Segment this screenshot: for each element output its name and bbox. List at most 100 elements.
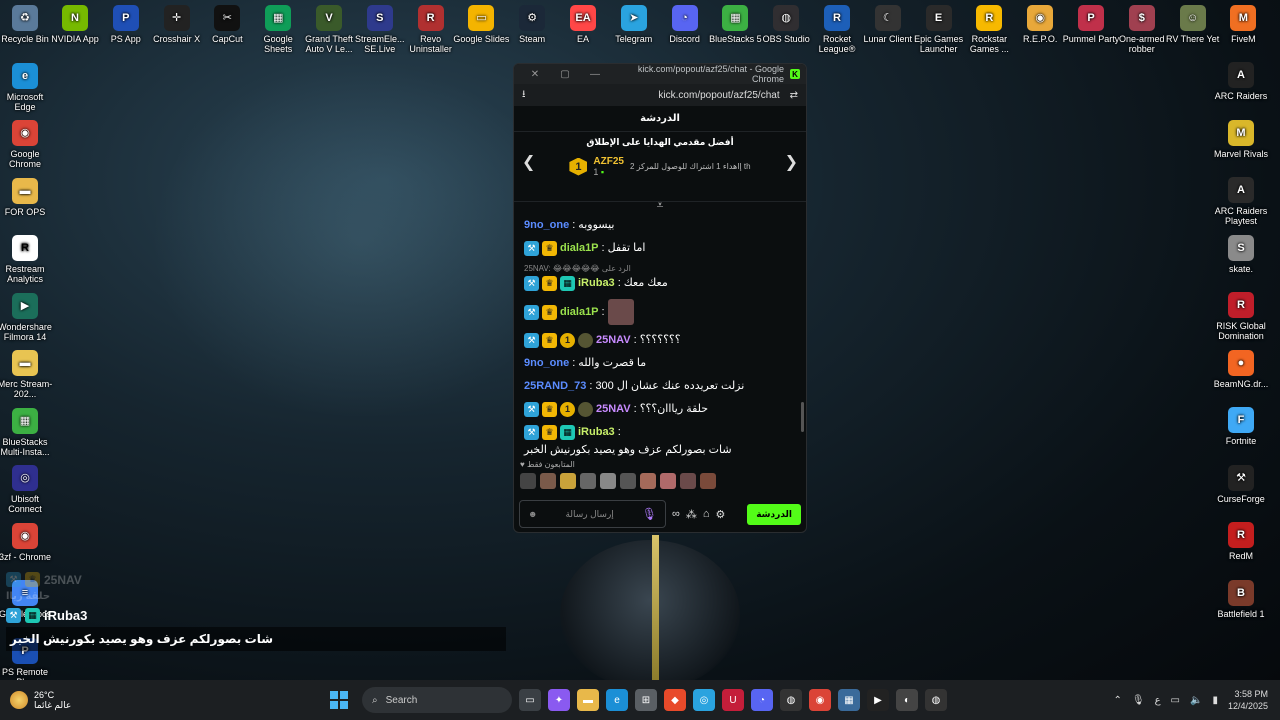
- close-icon[interactable]: ✕: [520, 69, 550, 80]
- chat-message[interactable]: 25RAND_73: نزلت تعريدده عنك عشان ال 300: [524, 379, 796, 394]
- chat-username[interactable]: diala1P: [560, 305, 599, 320]
- app-icon[interactable]: U: [722, 689, 744, 711]
- avatar[interactable]: [578, 333, 593, 348]
- follower-avatar[interactable]: [560, 473, 576, 489]
- desktop-shortcut[interactable]: ▶ Wondershare Filmora 14: [0, 292, 54, 342]
- vip-badge-icon[interactable]: ♛: [542, 241, 557, 256]
- store-icon[interactable]: ⊞: [635, 689, 657, 711]
- mic-icon[interactable]: 🎙: [642, 507, 657, 521]
- task-view-icon[interactable]: ▭: [519, 689, 541, 711]
- desktop-shortcut[interactable]: ☺ RV There Yet: [1164, 5, 1222, 44]
- minimize-icon[interactable]: —: [580, 69, 610, 80]
- chat-username[interactable]: 25RAND_73: [524, 379, 586, 394]
- mic-icon[interactable]: 🎙: [1132, 695, 1145, 706]
- desktop-shortcut[interactable]: B Battlefield 1: [1212, 579, 1270, 619]
- app-icon[interactable]: ◆: [664, 689, 686, 711]
- mod-badge-icon[interactable]: ⚒: [524, 402, 539, 417]
- follower-avatar[interactable]: [660, 473, 676, 489]
- obs-icon[interactable]: ◍: [780, 689, 802, 711]
- chat-message[interactable]: ⚒ ♛ ▦ iRuba3: معك معك: [524, 276, 796, 291]
- desktop-shortcut[interactable]: S StreamEle... SE.Live: [351, 5, 409, 54]
- reply-context[interactable]: 25NAV: 😂😂😂😂😂 الرد على: [524, 264, 796, 273]
- follower-avatar[interactable]: [680, 473, 696, 489]
- scrollbar[interactable]: [801, 402, 804, 432]
- desktop-shortcut[interactable]: ▦ Google Sheets: [249, 5, 307, 54]
- desktop-shortcut[interactable]: R RISK Global Domination: [1212, 292, 1270, 341]
- desktop-shortcut[interactable]: ◉ R.E.P.O.: [1011, 5, 1069, 44]
- infinity-icon[interactable]: ∞: [672, 508, 680, 520]
- file-explorer-icon[interactable]: ▬: [577, 689, 599, 711]
- desktop-shortcut[interactable]: $ One-armed robber: [1113, 5, 1171, 54]
- desktop-shortcut[interactable]: ▭ Google Slides: [452, 5, 510, 44]
- vip-badge-icon[interactable]: ♛: [542, 333, 557, 348]
- message-input[interactable]: ☻ إرسال رسالة 🎙: [519, 500, 666, 528]
- network-icon[interactable]: ▭: [1171, 695, 1180, 706]
- chat-username[interactable]: iRuba3: [578, 425, 615, 440]
- desktop-shortcut[interactable]: R Restream Analytics: [0, 235, 54, 284]
- chat-message[interactable]: 9no_one: ما قصرت والله: [524, 356, 796, 371]
- follower-avatar[interactable]: [540, 473, 556, 489]
- terminal-icon[interactable]: ▶: [867, 689, 889, 711]
- desktop-shortcut[interactable]: E Epic Games Launcher: [910, 5, 968, 54]
- emote-image[interactable]: [607, 299, 634, 325]
- desktop-shortcut[interactable]: M FiveM: [1214, 5, 1272, 44]
- desktop-shortcut[interactable]: ▬ Merc Stream-202...: [0, 350, 54, 399]
- desktop-shortcut[interactable]: e Microsoft Edge: [0, 62, 54, 112]
- edge-icon[interactable]: e: [606, 689, 628, 711]
- desktop-shortcut[interactable]: A ARC Raiders: [1212, 62, 1270, 101]
- desktop-shortcut[interactable]: R Rockstar Games ...: [960, 5, 1018, 54]
- desktop-shortcut[interactable]: ▦ BlueStacks Multi-Insta...: [0, 407, 54, 457]
- desktop-shortcut[interactable]: ◎ Ubisoft Connect: [0, 465, 54, 514]
- chat-message[interactable]: ⚒ ♛ diala1P:: [524, 299, 796, 325]
- desktop-shortcut[interactable]: ⚒ CurseForge: [1212, 464, 1270, 504]
- site-settings-icon[interactable]: ⇄: [790, 90, 798, 101]
- follower-avatar[interactable]: [520, 473, 536, 489]
- chat-message[interactable]: ⚒ ♛ 1 25NAV: حلقة ريااان؟؟؟: [524, 402, 796, 417]
- desktop-shortcut[interactable]: EA EA: [554, 5, 612, 44]
- vip-badge-icon[interactable]: ♛: [542, 276, 557, 291]
- chat-username[interactable]: 25NAV: [596, 333, 631, 348]
- mod-badge-icon[interactable]: ⚒: [524, 333, 539, 348]
- app-icon[interactable]: ◐: [896, 689, 918, 711]
- filter-icon[interactable]: ⩡: [524, 202, 796, 213]
- vip-badge-icon[interactable]: ♛: [542, 425, 557, 440]
- emoji-icon[interactable]: ☻: [528, 509, 537, 519]
- chat-username[interactable]: 9no_one: [524, 218, 569, 233]
- sub-badge-icon[interactable]: ▦: [560, 276, 575, 291]
- app-icon[interactable]: ▦: [838, 689, 860, 711]
- gifter-badge-icon[interactable]: 1: [560, 402, 575, 417]
- follower-avatar[interactable]: [600, 473, 616, 489]
- desktop-shortcut[interactable]: ▬ FOR OPS: [0, 177, 54, 217]
- desktop-shortcut[interactable]: P Pummel Party: [1062, 5, 1120, 44]
- desktop-shortcut[interactable]: A ARC Raiders Playtest: [1212, 177, 1270, 226]
- obs-icon[interactable]: ◍: [925, 689, 947, 711]
- url-text[interactable]: kick.com/popout/azf25/chat: [526, 90, 790, 101]
- desktop-shortcut[interactable]: ✛ Crosshair X: [148, 5, 206, 44]
- users-icon[interactable]: ⁂: [686, 508, 697, 521]
- top-gifter-name[interactable]: AZF25: [593, 156, 624, 167]
- desktop-shortcut[interactable]: R Rocket League®: [808, 5, 866, 54]
- battery-icon[interactable]: ▮: [1212, 695, 1218, 706]
- start-icon[interactable]: [330, 691, 348, 709]
- mod-badge-icon[interactable]: ⚒: [524, 241, 539, 256]
- mod-badge-icon[interactable]: ⚒: [524, 276, 539, 291]
- discord-icon[interactable]: ◔: [751, 689, 773, 711]
- maximize-icon[interactable]: ▢: [550, 69, 580, 80]
- mod-badge-icon[interactable]: ⚒: [524, 304, 539, 320]
- desktop-shortcut[interactable]: ☾ Lunar Client: [859, 5, 917, 44]
- desktop-shortcut[interactable]: V Grand Theft Auto V Le...: [300, 5, 358, 54]
- app-icon[interactable]: ◎: [693, 689, 715, 711]
- store-icon[interactable]: ⌂: [703, 508, 710, 520]
- desktop-shortcut[interactable]: ◔ Discord: [656, 5, 714, 44]
- desktop-shortcut[interactable]: Sskate.: [1212, 234, 1270, 274]
- desktop-shortcut[interactable]: F Fortnite: [1212, 407, 1270, 446]
- desktop-shortcut[interactable]: R Revo Uninstaller: [402, 5, 460, 54]
- follower-avatar[interactable]: [580, 473, 596, 489]
- desktop-shortcut[interactable]: ➤ Telegram: [605, 5, 663, 44]
- clock[interactable]: 3:58 PM 12/4/2025: [1228, 688, 1268, 712]
- chat-button[interactable]: الدردشة: [747, 503, 801, 525]
- avatar[interactable]: [578, 402, 593, 417]
- follower-avatar[interactable]: [620, 473, 636, 489]
- chat-username[interactable]: iRuba3: [578, 276, 615, 291]
- desktop-shortcut[interactable]: ● BeamNG.dr...: [1212, 349, 1270, 389]
